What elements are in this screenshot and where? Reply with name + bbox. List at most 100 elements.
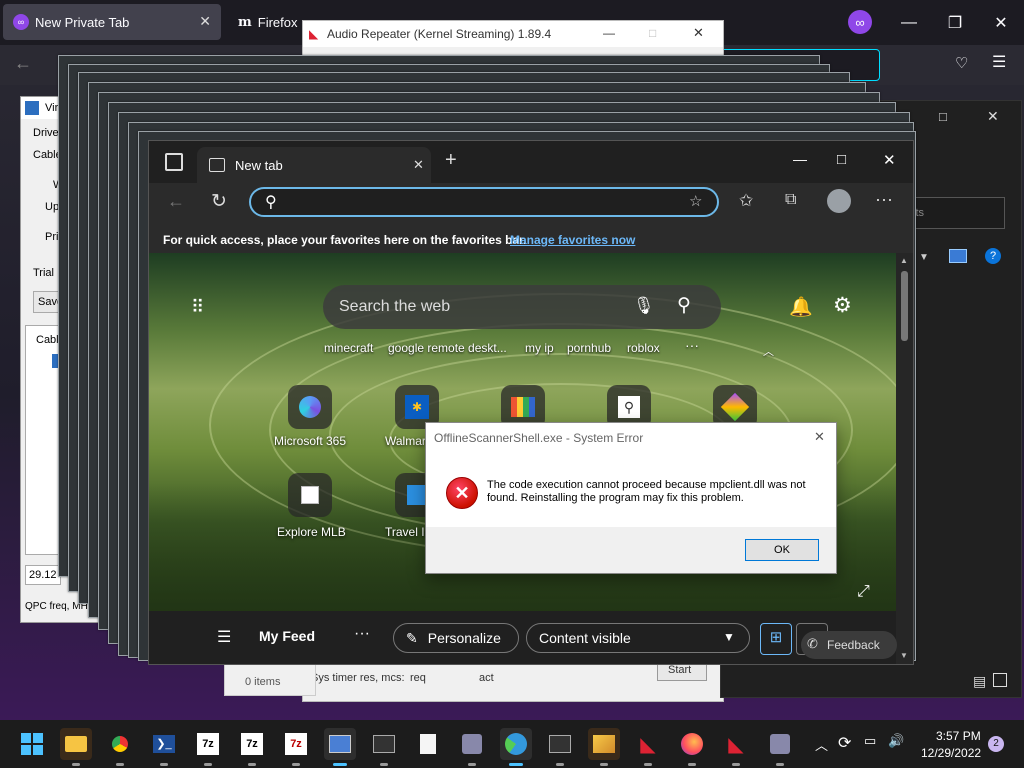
close-tab-icon[interactable]: ✕ xyxy=(199,13,211,30)
edge-toolbar: ← ↻ ⚲ ☆ ✩ ⧉ ··· xyxy=(149,183,913,225)
notification-badge[interactable]: 2 xyxy=(988,736,1004,752)
expand-icon[interactable]: ⤢ xyxy=(857,583,870,601)
tab-firefox-release[interactable]: m Firefox Re... Alti... - Mozilla Voyage… xyxy=(228,4,298,40)
app-icon xyxy=(25,101,39,115)
minimize-button[interactable]: — xyxy=(886,0,932,45)
file-explorer-taskbar[interactable] xyxy=(60,728,92,766)
personalize-button[interactable]: ✎ Personalize xyxy=(393,623,519,653)
scroll-thumb[interactable] xyxy=(901,271,908,341)
maximize-button[interactable]: □ xyxy=(649,26,656,40)
clock-date[interactable]: 12/29/2022 xyxy=(921,746,981,760)
manage-favorites-link[interactable]: Manage favorites now xyxy=(510,233,635,247)
restore-button[interactable]: ❐ xyxy=(932,0,978,45)
tiles-view-icon[interactable] xyxy=(993,673,1007,687)
folder-icon xyxy=(65,736,87,752)
quick-search-remote-desktop[interactable]: google remote deskt... xyxy=(388,341,507,355)
powershell-taskbar[interactable]: ❯_ xyxy=(148,728,180,766)
collapse-chevron-icon[interactable]: ︿ xyxy=(763,343,774,359)
apps-grid-icon[interactable]: ⠿ xyxy=(191,297,204,318)
quick-search-4[interactable]: pornhub xyxy=(567,341,611,355)
cable-panel-taskbar-2[interactable] xyxy=(544,728,576,766)
scanner-icon xyxy=(770,734,790,754)
mozilla-logo-icon: m xyxy=(238,14,252,30)
settings-gear-icon[interactable]: ⚙ xyxy=(833,293,852,318)
grid-layout-button[interactable]: ⊞ xyxy=(760,623,792,655)
cable-panel-taskbar[interactable] xyxy=(368,728,400,766)
cable-list-header: Cabl xyxy=(36,334,59,346)
notifications-bell-icon[interactable]: 🔔 xyxy=(789,295,813,319)
7zip-taskbar-3[interactable]: 7z xyxy=(280,728,312,766)
tab-new-private[interactable]: ∞ New Private Tab ✕ xyxy=(3,4,221,40)
help-icon[interactable]: ? xyxy=(985,248,1001,264)
scanner-taskbar-2[interactable] xyxy=(764,728,796,766)
tile-explore-mlb[interactable] xyxy=(288,473,332,517)
installer-taskbar[interactable] xyxy=(588,728,620,766)
notepad-taskbar[interactable] xyxy=(412,728,444,760)
scanner-taskbar[interactable] xyxy=(456,728,488,766)
tab-actions-icon[interactable] xyxy=(165,153,183,171)
chrome-taskbar[interactable] xyxy=(104,728,136,766)
error-message: The code execution cannot proceed becaus… xyxy=(487,479,806,504)
audio-repeater-taskbar-2[interactable]: ◣ xyxy=(632,728,664,766)
close-button[interactable]: ✕ xyxy=(883,151,896,169)
view-icon[interactable] xyxy=(949,249,967,263)
scroll-down-icon[interactable]: ▼ xyxy=(900,651,908,660)
close-button[interactable]: ✕ xyxy=(693,25,704,41)
feed-more-icon[interactable]: ··· xyxy=(354,625,370,643)
tile-microsoft-365[interactable] xyxy=(288,385,332,429)
back-arrow-icon[interactable]: ← xyxy=(167,191,185,212)
maximize-button[interactable]: □ xyxy=(939,109,947,124)
more-quick-searches-icon[interactable]: ··· xyxy=(685,337,699,353)
new-tab-plus-icon[interactable]: + xyxy=(445,149,457,172)
search-input[interactable]: cts xyxy=(901,197,1005,229)
close-button[interactable]: ✕ xyxy=(987,108,999,125)
my-feed-label[interactable]: My Feed xyxy=(259,628,315,644)
profile-avatar[interactable] xyxy=(827,189,851,213)
menu-icon[interactable]: ☰ xyxy=(992,52,1006,72)
favorites-icon[interactable]: ✩ xyxy=(739,191,753,211)
tab-new-tab[interactable]: New tab ✕ xyxy=(197,147,431,183)
web-search-box[interactable]: Search the web 🎙 ⚲ xyxy=(323,285,721,329)
quick-search-minecraft[interactable]: minecraft xyxy=(324,341,373,355)
refresh-icon[interactable]: ↻ xyxy=(211,190,227,213)
network-icon[interactable]: ▭ xyxy=(864,733,876,749)
quick-search-my-ip[interactable]: my ip xyxy=(525,341,554,355)
feedback-button[interactable]: ✆ Feedback xyxy=(801,631,897,659)
maximize-button[interactable]: □ xyxy=(837,151,846,168)
scanner-icon xyxy=(462,734,482,754)
firefox-taskbar[interactable] xyxy=(676,728,708,766)
microphone-icon[interactable]: 🎙 xyxy=(633,296,655,316)
scrollbar[interactable]: ▲ ▼ xyxy=(896,253,913,664)
content-visibility-dropdown[interactable]: Content visible ▼ xyxy=(526,623,750,653)
chevron-down-icon[interactable]: ▼ xyxy=(919,252,929,263)
close-button[interactable]: ✕ xyxy=(978,0,1024,45)
start-button[interactable] xyxy=(16,728,48,760)
minimize-button[interactable]: — xyxy=(603,26,615,40)
details-view-icon[interactable]: ▤ xyxy=(973,673,986,690)
close-tab-icon[interactable]: ✕ xyxy=(413,157,424,173)
ok-button[interactable]: OK xyxy=(745,539,819,561)
add-favorite-icon[interactable]: ☆ xyxy=(689,192,702,210)
close-dialog-button[interactable]: ✕ xyxy=(814,429,825,445)
7zip-taskbar-2[interactable]: 7z xyxy=(236,728,268,766)
7zip-icon: 7z xyxy=(241,733,263,755)
quick-search-roblox[interactable]: roblox xyxy=(627,341,660,355)
show-hidden-icons-icon[interactable]: ︿ xyxy=(815,735,828,754)
pocket-icon[interactable]: ♡ xyxy=(955,54,968,72)
up-label: Up xyxy=(45,201,60,213)
back-arrow-icon[interactable]: ← xyxy=(14,53,32,74)
collections-icon[interactable]: ⧉ xyxy=(785,191,796,209)
scroll-up-icon[interactable]: ▲ xyxy=(900,256,908,265)
update-icon[interactable]: ⟳ xyxy=(838,733,851,753)
clock-time[interactable]: 3:57 PM xyxy=(936,729,981,743)
volume-icon[interactable]: 🔊 xyxy=(888,733,904,749)
edge-taskbar[interactable] xyxy=(500,728,532,766)
7zip-taskbar[interactable]: 7z xyxy=(192,728,224,766)
address-bar[interactable]: ⚲ ☆ xyxy=(249,187,719,217)
audio-repeater-taskbar[interactable] xyxy=(324,728,356,766)
audio-repeater-taskbar-3[interactable]: ◣ xyxy=(720,728,752,766)
minimize-button[interactable]: — xyxy=(793,151,807,167)
more-options-icon[interactable]: ··· xyxy=(875,189,893,210)
search-icon[interactable]: ⚲ xyxy=(677,294,691,317)
hamburger-menu-icon[interactable]: ☰ xyxy=(217,627,231,647)
